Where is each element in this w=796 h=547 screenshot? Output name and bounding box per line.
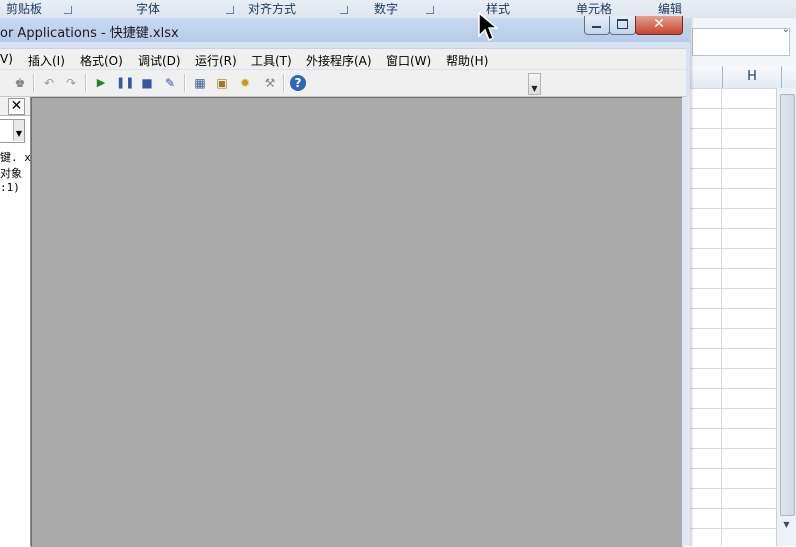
scrollbar-thumb[interactable] bbox=[780, 94, 795, 516]
toolbar-separator bbox=[283, 74, 285, 92]
vbe-titlebar[interactable]: or Applications - 快捷键.xlsx ✕ bbox=[0, 16, 690, 42]
close-icon: ✕ bbox=[653, 16, 665, 32]
help-icon[interactable]: ? bbox=[290, 75, 306, 91]
design-mode-icon[interactable]: ✎ bbox=[162, 75, 178, 91]
restore-icon bbox=[617, 19, 628, 29]
window-frame-edge bbox=[682, 97, 690, 546]
clipboard-launcher-icon[interactable] bbox=[64, 6, 72, 14]
column-header-h[interactable]: H bbox=[722, 66, 782, 88]
tree-item-sheet[interactable]: :1) bbox=[0, 181, 20, 194]
ribbon-group-font[interactable]: 字体 bbox=[136, 0, 160, 18]
project-pane-header: ✕ bbox=[0, 97, 30, 116]
menu-debug[interactable]: 调试(D) bbox=[138, 52, 181, 69]
reset-icon[interactable]: ■ bbox=[139, 75, 155, 91]
menu-window[interactable]: 窗口(W) bbox=[386, 52, 431, 69]
project-pane-close-button[interactable]: ✕ bbox=[8, 98, 25, 115]
project-explorer-pane: ✕ ▼ 键. x 对象 :1) bbox=[0, 97, 31, 546]
redo-icon[interactable]: ↷ bbox=[63, 75, 79, 91]
close-button[interactable]: ✕ bbox=[635, 16, 683, 35]
minimize-icon bbox=[592, 26, 601, 28]
object-browser-icon[interactable]: ✹ bbox=[237, 75, 253, 91]
toolbar-overflow-icon[interactable]: ▼ bbox=[528, 73, 541, 95]
worksheet-grid[interactable] bbox=[684, 88, 776, 546]
menu-run[interactable]: 运行(R) bbox=[195, 52, 237, 69]
ribbon-group-number[interactable]: 数字 bbox=[374, 0, 398, 18]
project-combo[interactable]: ▼ bbox=[0, 119, 25, 143]
run-icon[interactable]: ▶ bbox=[93, 75, 109, 91]
toolbar-separator bbox=[85, 74, 87, 92]
column-header-row: H bbox=[684, 66, 796, 89]
menu-format[interactable]: 格式(O) bbox=[80, 52, 123, 69]
menu-insert[interactable]: 插入(I) bbox=[28, 52, 65, 69]
expand-chevron-icon[interactable]: ⌄ bbox=[782, 24, 790, 35]
find-icon[interactable]: ♚ bbox=[12, 75, 28, 91]
vertical-scrollbar[interactable]: ▼ bbox=[776, 88, 796, 546]
project-explorer-icon[interactable]: ▦ bbox=[192, 75, 208, 91]
code-workspace[interactable] bbox=[31, 97, 683, 547]
font-launcher-icon[interactable] bbox=[226, 6, 234, 14]
window-title: or Applications - 快捷键.xlsx bbox=[0, 26, 179, 41]
ribbon-group-clipboard[interactable]: 剪贴板 bbox=[6, 0, 42, 18]
formula-bar: ⌄ bbox=[684, 18, 796, 67]
ribbon-group-alignment[interactable]: 对齐方式 bbox=[248, 0, 296, 18]
tree-item-objects[interactable]: 对象 bbox=[0, 165, 22, 181]
minimize-button[interactable] bbox=[584, 16, 610, 35]
undo-icon[interactable]: ↶ bbox=[41, 75, 57, 91]
vbe-menubar: V) 插入(I) 格式(O) 调试(D) 运行(R) 工具(T) 外接程序(A)… bbox=[0, 48, 686, 69]
menu-addins[interactable]: 外接程序(A) bbox=[306, 52, 372, 69]
menu-tools[interactable]: 工具(T) bbox=[251, 52, 292, 69]
vbe-window: or Applications - 快捷键.xlsx ✕ V) 插入(I) 格式… bbox=[0, 16, 690, 547]
toolbox-icon[interactable]: ⚒ bbox=[262, 75, 278, 91]
toolbar-separator bbox=[184, 74, 186, 92]
toolbar-separator bbox=[33, 74, 35, 92]
menu-view[interactable]: V) bbox=[0, 52, 13, 66]
restore-button[interactable] bbox=[609, 16, 636, 35]
vbe-standard-toolbar: ♚ ↶ ↷ ▶ ❚❚ ■ ✎ ▦ ▣ ✹ ⚒ ? ▼ bbox=[0, 70, 686, 97]
chevron-down-icon[interactable]: ▼ bbox=[13, 120, 24, 141]
number-launcher-icon[interactable] bbox=[426, 6, 434, 14]
alignment-launcher-icon[interactable] bbox=[340, 6, 348, 14]
break-icon[interactable]: ❚❚ bbox=[116, 75, 134, 91]
tree-item-workbook[interactable]: 键. x bbox=[0, 149, 31, 165]
formula-input[interactable] bbox=[692, 28, 790, 56]
menu-help[interactable]: 帮助(H) bbox=[446, 52, 488, 69]
properties-icon[interactable]: ▣ bbox=[214, 75, 230, 91]
scroll-down-arrow-icon[interactable]: ▼ bbox=[780, 518, 793, 532]
mouse-cursor-icon bbox=[478, 12, 498, 42]
